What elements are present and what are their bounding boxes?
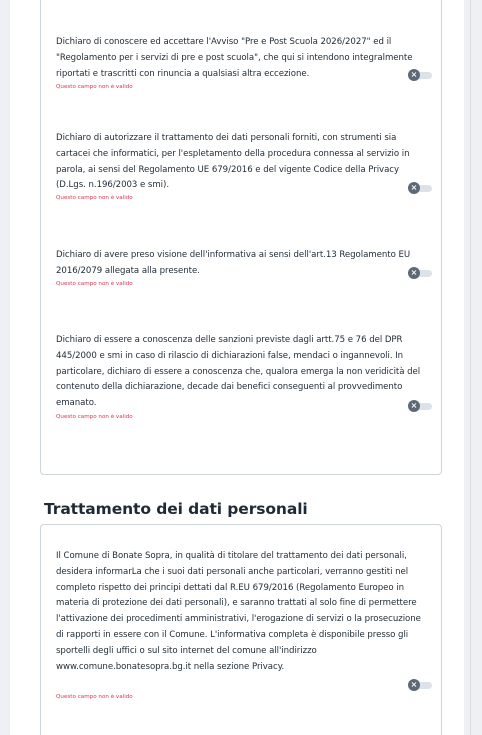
privacy-section-title: Trattamento dei dati personali bbox=[44, 500, 308, 518]
rail-divider bbox=[470, 0, 471, 735]
close-icon: × bbox=[410, 70, 418, 79]
field-error: Questo campo non è valido bbox=[56, 195, 133, 201]
field-error: Questo campo non è valido bbox=[56, 281, 133, 287]
close-icon: × bbox=[410, 401, 418, 410]
declaration-toggle-2[interactable]: × bbox=[408, 182, 434, 194]
declaration-text: Dichiaro di conoscere ed accettare l'Avv… bbox=[56, 37, 413, 79]
field-error: Questo campo non è valido bbox=[56, 414, 133, 420]
close-icon: × bbox=[410, 680, 418, 689]
declaration-text: Dichiaro di autorizzare il trattamento d… bbox=[56, 133, 410, 191]
privacy-card: Il Comune di Bonate Sopra, in qualità di… bbox=[40, 524, 442, 735]
declaration-toggle-1[interactable]: × bbox=[408, 69, 434, 81]
declaration-text: Dichiaro di essere a conoscenza delle sa… bbox=[56, 335, 421, 409]
left-sidebar-edge bbox=[0, 0, 10, 735]
declaration-toggle-3[interactable]: × bbox=[408, 267, 434, 279]
right-scroll-rail bbox=[464, 0, 482, 735]
declaration-item-1: Dichiaro di conoscere ed accettare l'Avv… bbox=[56, 35, 434, 90]
field-error: Questo campo non è valido bbox=[56, 84, 133, 90]
declarations-card: Dichiaro di conoscere ed accettare l'Avv… bbox=[40, 0, 442, 475]
declaration-item-2: Dichiaro di autorizzare il trattamento d… bbox=[56, 131, 434, 201]
declaration-toggle-4[interactable]: × bbox=[408, 400, 434, 412]
declaration-item-3: Dichiaro di avere preso visione dell'inf… bbox=[56, 248, 434, 287]
privacy-text: Il Comune di Bonate Sopra, in qualità di… bbox=[56, 551, 421, 672]
declaration-item-4: Dichiaro di essere a conoscenza delle sa… bbox=[56, 333, 434, 420]
declaration-text: Dichiaro di avere preso visione dell'inf… bbox=[56, 250, 411, 276]
privacy-toggle[interactable]: × bbox=[408, 679, 434, 691]
close-icon: × bbox=[410, 183, 418, 192]
privacy-item: Il Comune di Bonate Sopra, in qualità di… bbox=[56, 549, 432, 700]
close-icon: × bbox=[410, 268, 418, 277]
field-error: Questo campo non è valido bbox=[56, 694, 133, 700]
